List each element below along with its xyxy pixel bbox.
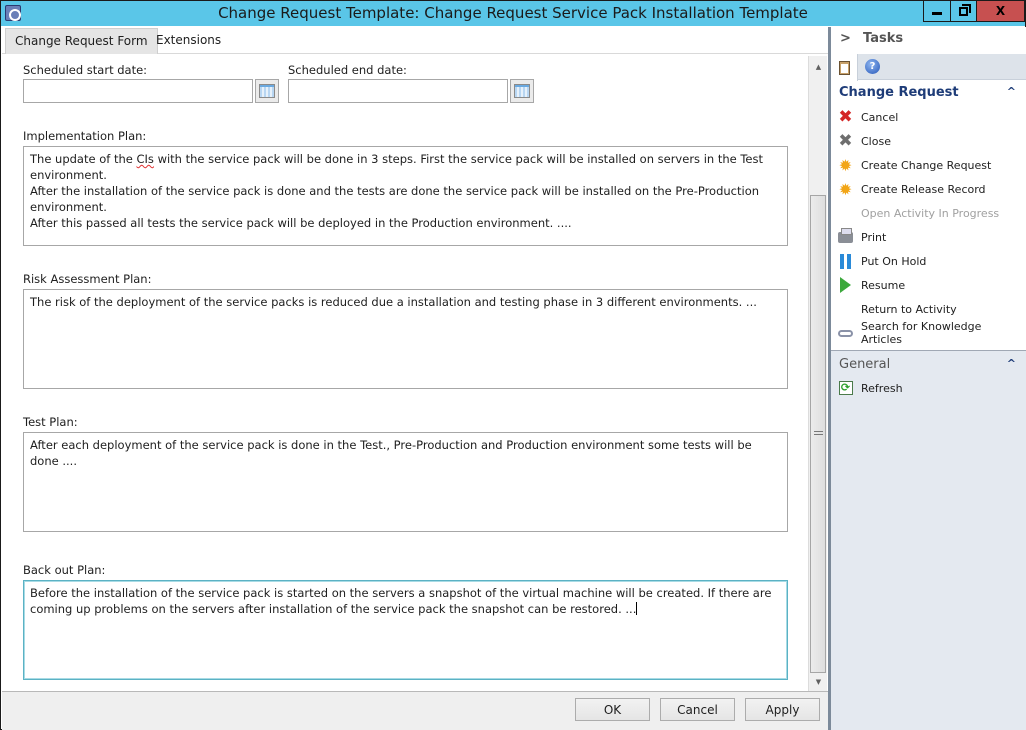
tasks-pane: > Tasks ? Change Request ^ ✖ Cancel ✖ Clos… [831, 27, 1026, 730]
close-icon: X [995, 4, 1006, 18]
create-icon: ✹ [838, 155, 853, 175]
back-out-plan-label: Back out Plan: [23, 563, 106, 577]
scheduled-end-label: Scheduled end date: [288, 63, 407, 77]
general-section-header[interactable]: General ^ [831, 354, 1026, 376]
task-cancel[interactable]: ✖ Cancel [837, 107, 1022, 127]
task-label: Refresh [861, 381, 903, 395]
section-title: Change Request [839, 85, 959, 100]
tasks-title: Tasks [863, 31, 904, 46]
expand-chevron-icon[interactable]: > [840, 31, 851, 46]
task-label: Open Activity In Progress [861, 206, 1000, 220]
task-open-activity-in-progress: Open Activity In Progress [837, 203, 1022, 223]
implementation-plan-textarea[interactable]: The update of the CIs with the service p… [23, 146, 788, 246]
task-label: Put On Hold [861, 254, 927, 268]
restore-icon [959, 3, 971, 16]
task-label: Resume [861, 278, 906, 292]
cancel-button[interactable]: Cancel [660, 698, 735, 721]
collapse-caret-icon[interactable]: ^ [1007, 85, 1016, 98]
section-title: General [839, 357, 891, 372]
close-window-button[interactable]: X [976, 1, 1025, 22]
restore-button[interactable] [950, 1, 977, 22]
task-resume[interactable]: Resume [837, 275, 1022, 295]
printer-icon [837, 227, 854, 246]
start-date-picker-button[interactable] [255, 79, 279, 103]
risk-assessment-plan-textarea[interactable]: The risk of the deployment of the servic… [23, 289, 788, 389]
apply-button[interactable]: Apply [745, 698, 820, 721]
dialog-window: Change Request Template: Change Request … [0, 0, 1026, 730]
task-put-on-hold[interactable]: Put On Hold [837, 251, 1022, 271]
play-icon [837, 277, 854, 294]
back-out-plan-text: Before the installation of the service p… [30, 586, 776, 616]
close-icon: ✖ [838, 130, 853, 151]
tasks-header[interactable]: > Tasks [831, 27, 1026, 53]
task-label: Create Release Record [861, 182, 986, 196]
task-return-to-activity[interactable]: Return to Activity [837, 299, 1022, 319]
create-icon: ✹ [838, 179, 853, 199]
form-content: Scheduled start date: Scheduled end date… [2, 55, 809, 692]
task-search-knowledge-articles[interactable]: Search for Knowledge Articles [837, 320, 1022, 346]
text-caret [636, 602, 638, 615]
tasks-pane-tabs: ? [831, 54, 1026, 81]
task-label: Search for Knowledge Articles [861, 320, 982, 346]
scheduled-start-input[interactable] [23, 79, 253, 103]
scrollbar-grip-icon [814, 431, 823, 435]
help-icon[interactable]: ? [865, 59, 880, 74]
window-title: Change Request Template: Change Request … [218, 4, 808, 22]
cancel-icon: ✖ [838, 106, 853, 127]
calendar-icon [259, 84, 275, 98]
task-create-change-request[interactable]: ✹ Create Change Request [837, 155, 1022, 175]
blank-icon [837, 205, 854, 222]
tab-change-request-form[interactable]: Change Request Form [5, 28, 158, 60]
minimize-button[interactable] [923, 1, 951, 22]
title-bar: Change Request Template: Change Request … [1, 1, 1025, 26]
pause-icon [837, 253, 854, 270]
tab-extensions[interactable]: Extensions [147, 28, 230, 54]
implementation-text-rest: After the installation of the service pa… [30, 184, 760, 230]
task-label: Close [861, 134, 891, 148]
scroll-up-arrow-icon[interactable]: ▲ [812, 60, 825, 74]
refresh-icon: ⟳ [837, 380, 854, 397]
change-request-section-header[interactable]: Change Request ^ [831, 82, 1026, 104]
scheduled-end-input[interactable] [288, 79, 508, 103]
task-label: Print [861, 230, 887, 244]
risk-assessment-plan-label: Risk Assessment Plan: [23, 272, 152, 286]
test-plan-label: Test Plan: [23, 415, 78, 429]
dialog-button-bar: OK Cancel Apply [2, 691, 828, 730]
implementation-plan-label: Implementation Plan: [23, 129, 147, 143]
link-icon [837, 325, 854, 342]
form-tabs: Change Request Form Extensions [2, 27, 828, 60]
task-refresh[interactable]: ⟳ Refresh [837, 378, 1022, 398]
scrollbar-thumb[interactable] [810, 195, 826, 673]
task-label: Return to Activity [861, 302, 957, 316]
ok-button[interactable]: OK [575, 698, 650, 721]
calendar-icon [514, 84, 530, 98]
spellcheck-flagged-word: CIs [136, 152, 154, 166]
tasks-tab[interactable] [831, 54, 858, 81]
general-section [831, 350, 1026, 730]
collapse-caret-icon[interactable]: ^ [1007, 357, 1016, 370]
task-label: Cancel [861, 110, 899, 124]
task-create-release-record[interactable]: ✹ Create Release Record [837, 179, 1022, 199]
blank-icon [837, 301, 854, 318]
task-print[interactable]: Print [837, 227, 1022, 247]
form-vertical-scrollbar[interactable]: ▲ ▼ [808, 56, 827, 691]
task-label: Create Change Request [861, 158, 992, 172]
end-date-picker-button[interactable] [510, 79, 534, 103]
scheduled-start-label: Scheduled start date: [23, 63, 148, 77]
task-close[interactable]: ✖ Close [837, 131, 1022, 151]
scroll-down-arrow-icon[interactable]: ▼ [812, 675, 825, 689]
minimize-icon [932, 11, 942, 15]
test-plan-textarea[interactable]: After each deployment of the service pac… [23, 432, 788, 532]
implementation-text-start: The update of the [30, 152, 137, 166]
back-out-plan-textarea[interactable]: Before the installation of the service p… [23, 580, 788, 680]
clipboard-icon [838, 60, 850, 75]
